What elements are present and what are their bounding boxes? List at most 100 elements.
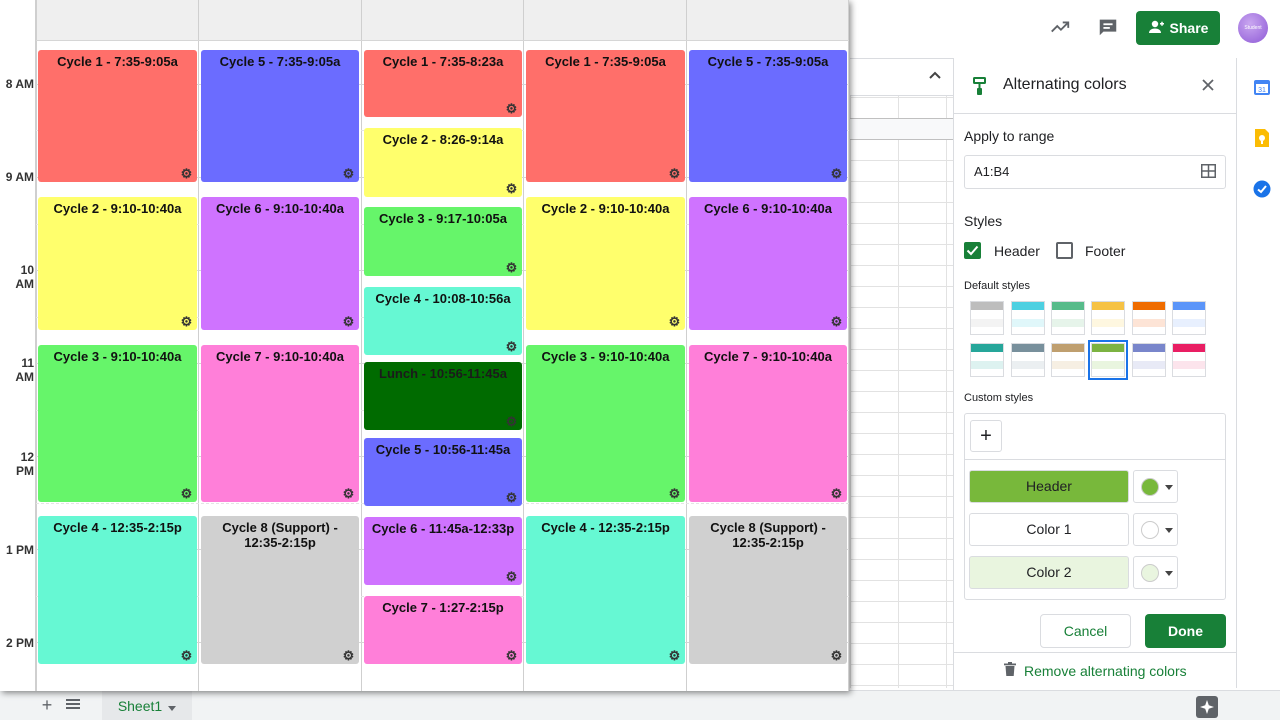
remove-alternating-colors-link[interactable]: Remove alternating colors: [1004, 662, 1187, 679]
calendar-event[interactable]: Cycle 2 - 8:26-9:14a ⚙: [364, 128, 522, 197]
gear-icon[interactable]: ⚙: [830, 315, 843, 328]
calendar-event[interactable]: Cycle 2 - 9:10-10:40a ⚙: [526, 197, 685, 330]
header-color-picker[interactable]: [1133, 470, 1178, 503]
gear-icon[interactable]: ⚙: [505, 491, 518, 504]
calendar-event[interactable]: Cycle 7 - 1:27-2:15p ⚙: [364, 596, 522, 664]
all-sheets-menu-icon[interactable]: [66, 697, 84, 713]
comment-icon[interactable]: [1095, 14, 1121, 40]
default-style-swatch[interactable]: [970, 343, 1004, 377]
gear-icon[interactable]: ⚙: [830, 649, 843, 662]
range-input[interactable]: A1:B4: [964, 155, 1226, 189]
color2-dot: [1141, 564, 1159, 582]
gear-icon[interactable]: ⚙: [505, 182, 518, 195]
default-style-swatch[interactable]: [1088, 340, 1128, 380]
footer-checkbox[interactable]: [1056, 242, 1073, 259]
gear-icon[interactable]: ⚙: [668, 167, 681, 180]
default-style-swatch[interactable]: [1011, 343, 1045, 377]
gear-icon[interactable]: ⚙: [505, 570, 518, 583]
gear-icon[interactable]: ⚙: [505, 649, 518, 662]
day-column-divider: [361, 0, 362, 691]
gear-icon[interactable]: ⚙: [180, 315, 193, 328]
select-range-icon[interactable]: [1201, 164, 1217, 179]
calendar-event[interactable]: Cycle 8 (Support) - 12:35-2:15p ⚙: [201, 516, 359, 664]
calendar-event[interactable]: Cycle 4 - 12:35-2:15p ⚙: [38, 516, 197, 664]
calendar-event[interactable]: Cycle 4 - 10:08-10:56a ⚙: [364, 287, 522, 355]
sheet-tab-sheet1[interactable]: Sheet1: [102, 691, 192, 720]
gear-icon[interactable]: ⚙: [668, 487, 681, 500]
share-button[interactable]: Share: [1136, 11, 1220, 45]
gear-icon[interactable]: ⚙: [505, 415, 518, 428]
keep-icon[interactable]: [1253, 128, 1273, 148]
event-label: Cycle 3 - 9:10-10:40a: [53, 349, 182, 364]
gear-icon[interactable]: ⚙: [505, 102, 518, 115]
swatch-stripe: [1133, 311, 1165, 319]
calendar-event[interactable]: Cycle 1 - 7:35-8:23a ⚙: [364, 50, 522, 117]
default-style-swatch[interactable]: [1172, 343, 1206, 377]
calendar-event[interactable]: Cycle 7 - 9:10-10:40a ⚙: [689, 345, 847, 502]
swatch-stripe: [971, 319, 1003, 327]
color1-button[interactable]: Color 1: [969, 513, 1129, 546]
calendar-event[interactable]: Cycle 7 - 9:10-10:40a ⚙: [201, 345, 359, 502]
cancel-button[interactable]: Cancel: [1040, 614, 1131, 648]
default-style-swatch[interactable]: [1172, 301, 1206, 335]
event-label: Cycle 5 - 10:56-11:45a: [375, 442, 511, 457]
add-custom-style-button[interactable]: +: [970, 420, 1002, 452]
swatch-stripe: [1133, 344, 1165, 352]
header-color-button[interactable]: Header: [969, 470, 1129, 503]
color1-picker[interactable]: [1133, 513, 1178, 546]
calendar-event[interactable]: Lunch - 10:56-11:45a ⚙: [364, 362, 522, 430]
color2-picker[interactable]: [1133, 556, 1178, 589]
event-label: Cycle 2 - 8:26-9:14a: [382, 132, 504, 147]
gear-icon[interactable]: ⚙: [180, 649, 193, 662]
gear-icon[interactable]: ⚙: [342, 315, 355, 328]
gear-icon[interactable]: ⚙: [342, 167, 355, 180]
gear-icon[interactable]: ⚙: [505, 261, 518, 274]
default-style-swatch[interactable]: [1091, 301, 1125, 335]
default-style-swatch[interactable]: [1011, 301, 1045, 335]
header-checkbox[interactable]: [964, 242, 981, 259]
calendar-event[interactable]: Cycle 6 - 9:10-10:40a ⚙: [201, 197, 359, 330]
gear-icon[interactable]: ⚙: [505, 340, 518, 353]
calendar-event[interactable]: Cycle 3 - 9:10-10:40a ⚙: [526, 345, 685, 502]
gear-icon[interactable]: ⚙: [668, 649, 681, 662]
event-label: Cycle 6 - 9:10-10:40a: [216, 201, 344, 216]
gear-icon[interactable]: ⚙: [342, 487, 355, 500]
tasks-icon[interactable]: [1253, 180, 1273, 200]
calendar-event[interactable]: Cycle 4 - 12:35-2:15p ⚙: [526, 516, 685, 664]
default-style-swatch[interactable]: [1051, 343, 1085, 377]
calendar-icon[interactable]: 31: [1253, 78, 1273, 98]
gear-icon[interactable]: ⚙: [830, 167, 843, 180]
calendar-event[interactable]: Cycle 3 - 9:10-10:40a ⚙: [38, 345, 197, 502]
default-style-swatch[interactable]: [1132, 301, 1166, 335]
calendar-event[interactable]: Cycle 5 - 10:56-11:45a ⚙: [364, 438, 522, 506]
default-style-swatch[interactable]: [1132, 343, 1166, 377]
calendar-event[interactable]: Cycle 2 - 9:10-10:40a ⚙: [38, 197, 197, 330]
color2-button[interactable]: Color 2: [969, 556, 1129, 589]
trash-icon: [1004, 662, 1016, 679]
gear-icon[interactable]: ⚙: [180, 167, 193, 180]
calendar-event[interactable]: Cycle 6 - 11:45a-12:33p ⚙: [364, 517, 522, 585]
calendar-event[interactable]: Cycle 6 - 9:10-10:40a ⚙: [689, 197, 847, 330]
calendar-event[interactable]: Cycle 1 - 7:35-9:05a ⚙: [38, 50, 197, 182]
done-button[interactable]: Done: [1145, 614, 1226, 648]
spreadsheet-grid[interactable]: [850, 96, 953, 688]
calendar-event[interactable]: Cycle 1 - 7:35-9:05a ⚙: [526, 50, 685, 182]
gear-icon[interactable]: ⚙: [830, 487, 843, 500]
calendar-event[interactable]: Cycle 3 - 9:17-10:05a ⚙: [364, 207, 522, 276]
calendar-event[interactable]: Cycle 5 - 7:35-9:05a ⚙: [201, 50, 359, 182]
add-sheet-button[interactable]: +: [38, 696, 56, 714]
gear-icon[interactable]: ⚙: [668, 315, 681, 328]
trending-up-icon[interactable]: [1047, 14, 1073, 40]
gear-icon[interactable]: ⚙: [342, 649, 355, 662]
swatch-stripe: [1052, 302, 1084, 310]
swatch-stripe: [1092, 302, 1124, 310]
account-avatar[interactable]: Student: [1238, 13, 1268, 43]
chevron-up-icon[interactable]: [928, 68, 944, 84]
calendar-event[interactable]: Cycle 5 - 7:35-9:05a ⚙: [689, 50, 847, 182]
default-style-swatch[interactable]: [970, 301, 1004, 335]
gear-icon[interactable]: ⚙: [180, 487, 193, 500]
close-icon[interactable]: [1200, 77, 1218, 95]
explore-icon[interactable]: [1196, 696, 1218, 718]
calendar-event[interactable]: Cycle 8 (Support) - 12:35-2:15p ⚙: [689, 516, 847, 664]
default-style-swatch[interactable]: [1051, 301, 1085, 335]
